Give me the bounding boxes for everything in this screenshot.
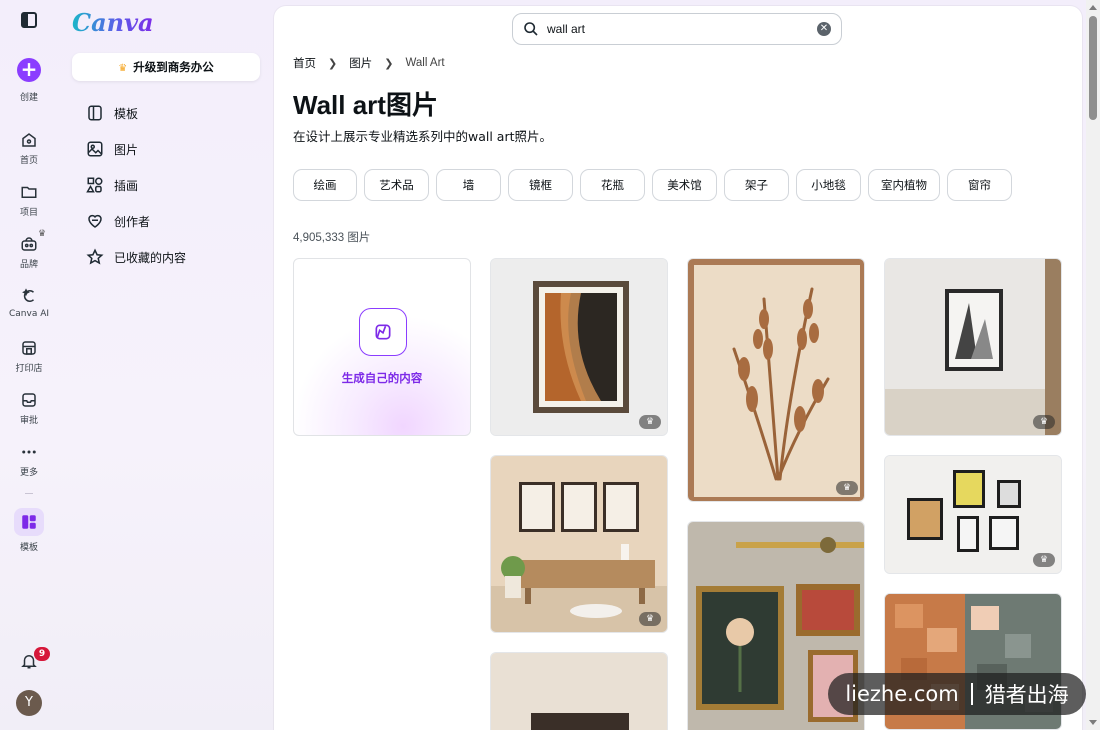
breadcrumb-current: Wall Art bbox=[405, 57, 445, 69]
sidebar-item-illustrations[interactable]: 插画 bbox=[86, 167, 186, 203]
main-panel: ✕ 首页 ❯ 图片 ❯ Wall Art Wall art图片 在设计上展示专业… bbox=[274, 6, 1082, 730]
premium-crown-icon: ♛ bbox=[639, 415, 661, 429]
generate-own-content-card[interactable]: 生成自己的内容 bbox=[293, 258, 471, 436]
sidebar-item-favorites[interactable]: 已收藏的内容 bbox=[86, 239, 186, 275]
magic-generate-icon bbox=[359, 308, 407, 356]
image-tile[interactable]: ♛ bbox=[687, 258, 865, 502]
premium-crown-icon: ♛ bbox=[836, 481, 858, 495]
sidebar-toggle-icon[interactable] bbox=[21, 12, 37, 28]
premium-crown-icon: ♛ bbox=[1033, 415, 1055, 429]
living-room-three-frames-image bbox=[491, 456, 667, 632]
rail-item-more[interactable]: 更多 bbox=[0, 443, 58, 478]
rail-item-approvals[interactable]: 审批 bbox=[0, 391, 58, 426]
chevron-right-icon: ❯ bbox=[384, 56, 394, 70]
inbox-icon bbox=[22, 393, 36, 407]
search-icon bbox=[524, 22, 538, 36]
chip-vase[interactable]: 花瓶 bbox=[580, 169, 645, 201]
watermark-divider bbox=[970, 683, 973, 705]
breadcrumb-home[interactable]: 首页 bbox=[293, 55, 316, 71]
page-subtitle: 在设计上展示专业精选系列中的wall art照片。 bbox=[293, 129, 553, 144]
framed-abstract-art-image bbox=[491, 259, 667, 435]
rail-divider bbox=[25, 493, 33, 494]
image-tile[interactable]: ♛ bbox=[490, 258, 668, 436]
image-tile[interactable]: ♛ bbox=[490, 455, 668, 633]
chip-wall[interactable]: 墙 bbox=[436, 169, 501, 201]
scroll-thumb[interactable] bbox=[1089, 16, 1097, 120]
image-tile[interactable]: ♛ bbox=[884, 258, 1062, 436]
avatar[interactable]: Y bbox=[16, 690, 42, 716]
premium-crown-icon: ♛ bbox=[639, 612, 661, 626]
beige-wall-image bbox=[491, 653, 667, 730]
image-icon bbox=[87, 141, 103, 157]
scroll-down-arrow[interactable] bbox=[1089, 720, 1097, 725]
canva-ai-icon bbox=[22, 288, 35, 302]
template-icon bbox=[88, 105, 102, 121]
secondary-sidebar: Canva ♛ 升级到商务办公 模板 图片 插画 创作者 已收藏的内容 bbox=[58, 0, 272, 730]
watermark: liezhe.com 猎者出海 bbox=[828, 673, 1086, 715]
templates-active-bg bbox=[14, 508, 44, 536]
sidebar-item-templates[interactable]: 模板 bbox=[86, 95, 186, 131]
rail-item-projects[interactable]: 项目 bbox=[0, 183, 58, 218]
shapes-icon bbox=[86, 177, 103, 193]
search-bar: ✕ bbox=[512, 13, 842, 45]
rail-item-print-shop[interactable]: 打印店 bbox=[0, 339, 58, 374]
more-icon bbox=[22, 450, 36, 454]
rail-item-brand[interactable]: 品牌 bbox=[0, 235, 58, 270]
star-icon bbox=[86, 248, 104, 265]
heart-icon bbox=[88, 214, 102, 228]
chevron-right-icon: ❯ bbox=[328, 56, 338, 70]
print-shop-icon bbox=[22, 341, 36, 355]
page-scrollbar[interactable] bbox=[1086, 0, 1100, 730]
breadcrumb-images[interactable]: 图片 bbox=[349, 55, 372, 71]
clear-search-icon[interactable]: ✕ bbox=[817, 22, 831, 36]
chip-curtain[interactable]: 窗帘 bbox=[947, 169, 1012, 201]
canva-logo[interactable]: Canva bbox=[72, 8, 154, 37]
filter-chips: 绘画 艺术品 墙 镜框 花瓶 美术馆 架子 小地毯 室内植物 窗帘 bbox=[293, 169, 1019, 201]
scroll-up-arrow[interactable] bbox=[1089, 5, 1097, 10]
image-tile[interactable] bbox=[490, 652, 668, 730]
folder-icon bbox=[21, 186, 37, 198]
rail-item-home[interactable]: 首页 bbox=[0, 131, 58, 166]
sidebar-item-images[interactable]: 图片 bbox=[86, 131, 186, 167]
home-icon bbox=[22, 133, 36, 147]
rail-item-canva-ai[interactable]: Canva AI bbox=[0, 287, 58, 319]
premium-crown-icon: ♛ bbox=[1033, 553, 1055, 567]
crown-icon: ♛ bbox=[118, 63, 128, 74]
result-count: 4,905,333 图片 bbox=[293, 232, 371, 244]
create-button[interactable]: + bbox=[17, 58, 41, 82]
search-input[interactable] bbox=[547, 22, 817, 36]
botanical-watercolor-image bbox=[688, 259, 864, 501]
rail-item-templates[interactable]: 模板 bbox=[0, 508, 58, 553]
minimal-room-frame-image bbox=[885, 259, 1061, 435]
left-rail: + 创建 首页 项目 品牌 ♛ Canva AI 打印店 审批 更多 模板 9 … bbox=[0, 0, 58, 730]
page-title: Wall art图片 bbox=[293, 90, 438, 120]
chip-houseplant[interactable]: 室内植物 bbox=[868, 169, 940, 201]
breadcrumb: 首页 ❯ 图片 ❯ Wall Art bbox=[293, 55, 445, 71]
chip-gallery[interactable]: 美术馆 bbox=[652, 169, 717, 201]
brand-icon bbox=[21, 237, 37, 251]
sidebar-nav: 模板 图片 插画 创作者 已收藏的内容 bbox=[86, 95, 186, 275]
notification-badge: 9 bbox=[34, 647, 50, 661]
sidebar-item-creators[interactable]: 创作者 bbox=[86, 203, 186, 239]
chip-painting[interactable]: 绘画 bbox=[293, 169, 357, 201]
templates-icon bbox=[22, 515, 36, 529]
chip-frame[interactable]: 镜框 bbox=[508, 169, 573, 201]
image-tile[interactable]: ♛ bbox=[884, 455, 1062, 574]
crown-icon: ♛ bbox=[38, 229, 47, 239]
chip-artwork[interactable]: 艺术品 bbox=[364, 169, 429, 201]
chip-rug[interactable]: 小地毯 bbox=[796, 169, 861, 201]
create-label: 创建 bbox=[19, 93, 38, 103]
upgrade-button[interactable]: ♛ 升级到商务办公 bbox=[72, 53, 260, 81]
chip-shelf[interactable]: 架子 bbox=[724, 169, 789, 201]
